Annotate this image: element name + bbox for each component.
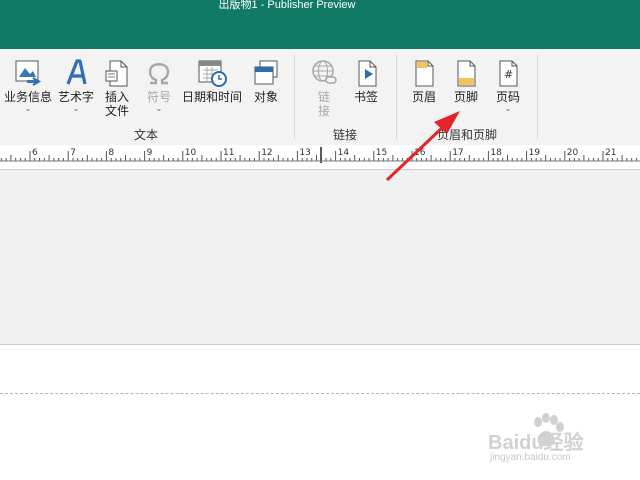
group-label-header-footer: 页眉和页脚 [436,128,497,142]
insert-file-icon [105,60,128,87]
symbol-button[interactable]: 符号 ⌄ [140,55,178,125]
chevron-down-icon: ⌄ [155,104,163,113]
page-number-icon: # [499,60,518,87]
globe-link-icon [312,60,337,84]
ruler-label: 7 [70,148,76,158]
watermark-url: jingyan.baidu.com [490,452,571,463]
workspace-scratch-area[interactable] [0,170,640,345]
group-label-text: 文本 [133,128,158,142]
ruler-label: 12 [261,148,272,158]
date-time-label: 日期和时间 [181,90,242,104]
date-time-button[interactable]: 日期和时间 [180,55,244,125]
chevron-down-icon: ⌄ [72,104,80,113]
ruler-scale: 678910111213141516171819202122 [0,147,640,163]
business-info-icon [15,60,41,86]
header-page-icon [415,60,434,87]
group-separator [294,55,295,139]
calendar-clock-icon [198,60,227,87]
ruler-label: 11 [223,148,234,158]
link-button[interactable]: 链 接 [304,55,344,125]
page-number-button[interactable]: # 页码 ⌄ [490,55,526,125]
group-separator [396,55,397,139]
ruler-label: 9 [147,148,153,158]
footer-label: 页脚 [453,90,478,104]
object-icon [254,60,278,85]
ruler-label: 8 [108,148,114,158]
bookmark-button[interactable]: 书签 [348,55,384,125]
header-label: 页眉 [411,90,436,104]
ruler-label: 10 [185,148,197,158]
watermark-brand: Baidu经验 [488,432,584,454]
insert-file-label: 插入 文件 [104,90,129,118]
group-separator [537,55,538,139]
bookmark-icon [358,60,377,87]
title-bar: 出版物1 - Publisher Preview [0,0,640,49]
ruler-label: 14 [338,148,350,158]
ruler-label: 6 [32,148,38,158]
wordart-button[interactable]: 艺术字 ⌄ [56,55,96,125]
object-label: 对象 [253,90,278,104]
ruler-label: 18 [490,148,502,158]
group-label-links: 链接 [332,128,357,142]
chevron-down-icon: ⌄ [24,104,32,113]
header-button[interactable]: 页眉 [406,55,442,125]
ruler-label: 15 [376,148,387,158]
svg-text:#: # [504,68,513,81]
ruler-label: 19 [529,148,541,158]
ruler-label: 13 [299,148,310,158]
business-info-button[interactable]: 业务信息 ⌄ [2,55,54,125]
insert-file-button[interactable]: 插入 文件 [100,55,134,125]
window-title: 出版物1 - Publisher Preview [218,0,356,11]
omega-icon [148,63,170,85]
ruler-label: 20 [567,148,579,158]
horizontal-ruler[interactable]: 678910111213141516171819202122 [0,145,640,170]
ruler-label: 17 [452,148,463,158]
link-label: 链 接 [317,90,330,118]
footer-page-icon [457,60,476,87]
wordart-label: 艺术字 [57,90,94,104]
symbol-label: 符号 [146,90,171,104]
page-number-label: 页码 [495,90,520,104]
wordart-icon [66,59,87,85]
object-button[interactable]: 对象 [248,55,284,125]
margin-guide [0,393,640,394]
footer-button[interactable]: 页脚 [448,55,484,125]
bookmark-label: 书签 [353,90,378,104]
chevron-down-icon: ⌄ [504,104,512,113]
ruler-label: 21 [605,148,616,158]
baidu-watermark: Baidu经验 jingyan.baidu.com [488,412,612,468]
ruler-label: 16 [414,148,426,158]
ribbon-insert-tab: 业务信息 ⌄ 艺术字 ⌄ 插入 文件 符号 ⌄ 日期和时间 对象 文本 链 接 … [0,49,640,145]
business-info-label: 业务信息 [3,90,52,104]
